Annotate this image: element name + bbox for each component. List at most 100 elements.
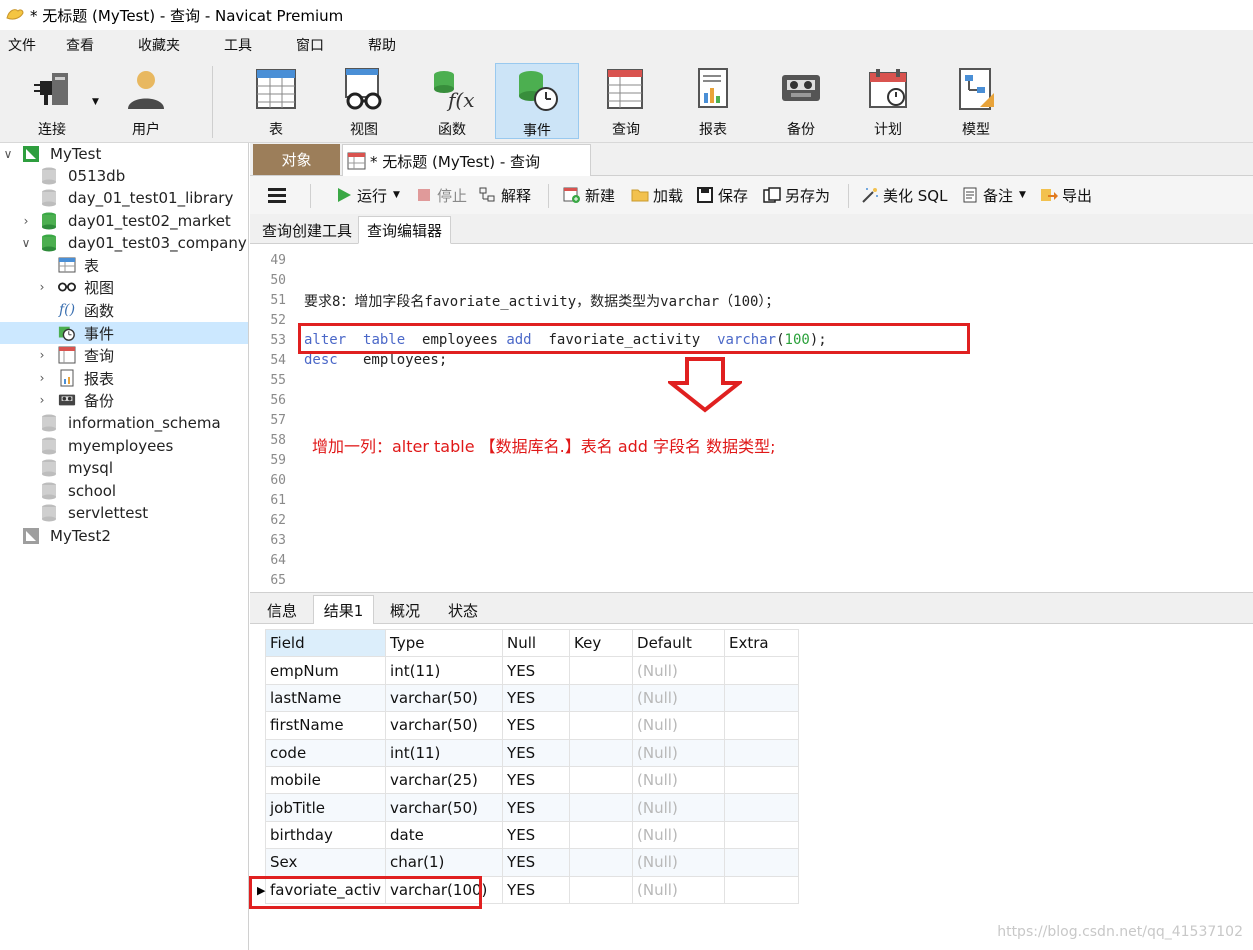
table-cell[interactable]: birthday — [264, 820, 387, 850]
column-header[interactable]: Key — [569, 628, 634, 658]
table-cell[interactable] — [724, 656, 800, 685]
tree-db-company[interactable]: ∨ day01_test03_company — [0, 232, 248, 254]
tree-node-reports[interactable]: › 报表 — [0, 367, 248, 389]
table-cell[interactable]: mobile — [264, 765, 387, 795]
tree-node-functions[interactable]: f() 函数 — [0, 299, 248, 321]
table-cell[interactable]: YES — [502, 711, 571, 740]
table-cell[interactable]: (Null) — [632, 683, 726, 713]
collapse-arrow-icon[interactable]: ∨ — [20, 236, 32, 250]
table-cell[interactable] — [569, 683, 634, 713]
table-cell[interactable] — [724, 848, 800, 877]
stop-button[interactable]: 停止 — [414, 184, 467, 206]
tab-query-editor[interactable]: 查询编辑器 — [358, 216, 451, 244]
expand-arrow-icon[interactable]: › — [36, 371, 48, 385]
table-cell[interactable] — [724, 765, 800, 795]
save-as-button[interactable]: 另存为 — [762, 184, 830, 206]
table-cell[interactable] — [724, 683, 800, 713]
tab-objects[interactable]: 对象 — [253, 144, 340, 175]
table-row[interactable]: birthday date YES (Null) — [264, 820, 800, 850]
explain-button[interactable]: 解释 — [478, 184, 531, 206]
event-button[interactable]: 事件 — [495, 63, 579, 139]
view-button[interactable]: 视图 — [322, 63, 406, 139]
tree-node-views[interactable]: › 视图 — [0, 276, 248, 298]
table-cell[interactable]: (Null) — [632, 656, 726, 685]
schedule-button[interactable]: 计划 — [846, 63, 930, 139]
table-cell[interactable]: varchar(50) — [385, 711, 504, 740]
menu-file[interactable]: 文件 — [0, 35, 50, 55]
report-button[interactable]: 报表 — [671, 63, 755, 139]
table-cell[interactable]: YES — [502, 875, 571, 904]
new-button[interactable]: 新建 — [562, 184, 615, 206]
save-button[interactable]: 保存 — [695, 184, 748, 206]
table-cell[interactable]: YES — [502, 793, 571, 822]
table-cell[interactable]: char(1) — [385, 848, 504, 877]
table-cell[interactable] — [724, 711, 800, 740]
table-row[interactable]: mobile varchar(25) YES (Null) — [264, 765, 800, 795]
comment-button[interactable]: 备注 ▼ — [960, 184, 1026, 206]
table-row[interactable]: empNum int(11) YES (Null) — [264, 656, 800, 685]
beautify-sql-button[interactable]: 美化 SQL — [860, 184, 947, 206]
table-cell[interactable] — [569, 738, 634, 767]
tab-query[interactable]: * 无标题 (MyTest) - 查询 — [342, 144, 591, 177]
table-cell[interactable]: int(11) — [385, 656, 504, 685]
menu-help[interactable]: 帮助 — [360, 35, 410, 55]
table-cell[interactable] — [724, 738, 800, 767]
table-cell[interactable]: YES — [502, 820, 571, 850]
tree-db-school[interactable]: school — [0, 480, 248, 502]
expand-arrow-icon[interactable]: › — [36, 280, 48, 294]
menu-favorites[interactable]: 收藏夹 — [130, 35, 194, 55]
table-cell[interactable] — [569, 848, 634, 877]
run-dropdown-icon[interactable]: ▼ — [393, 190, 400, 200]
column-header[interactable]: Null — [502, 628, 571, 658]
table-cell[interactable]: YES — [502, 765, 571, 795]
table-cell[interactable] — [569, 820, 634, 850]
table-row[interactable]: Sex char(1) YES (Null) — [264, 848, 800, 877]
table-cell[interactable]: (Null) — [632, 765, 726, 795]
hamburger-menu-button[interactable] — [268, 184, 286, 206]
table-cell[interactable]: varchar(25) — [385, 765, 504, 795]
table-cell[interactable]: (Null) — [632, 875, 726, 904]
backup-button[interactable]: 备份 — [759, 63, 843, 139]
column-header[interactable]: Type — [385, 628, 504, 658]
expand-arrow-icon[interactable]: › — [20, 214, 32, 228]
collapse-arrow-icon[interactable]: ∨ — [2, 147, 14, 161]
sql-editor[interactable]: 49 50 51 52 53 54 55 56 57 58 59 60 61 6… — [250, 245, 1253, 592]
table-cell[interactable]: varchar(50) — [385, 683, 504, 713]
query-button[interactable]: 查询 — [584, 63, 668, 139]
tree-node-queries[interactable]: › 查询 — [0, 344, 248, 366]
table-cell[interactable]: YES — [502, 738, 571, 767]
comment-dropdown-icon[interactable]: ▼ — [1019, 190, 1026, 200]
table-cell[interactable] — [569, 656, 634, 685]
table-cell[interactable] — [569, 793, 634, 822]
tab-info[interactable]: 信息 — [254, 595, 310, 625]
tree-db-mysql[interactable]: mysql — [0, 457, 248, 479]
tree-db-myemployees[interactable]: myemployees — [0, 435, 248, 457]
table-cell[interactable]: lastName — [264, 683, 387, 713]
tree-node-events[interactable]: 事件 — [0, 322, 248, 344]
table-cell[interactable]: date — [385, 820, 504, 850]
tree-db-market[interactable]: › day01_test02_market — [0, 210, 248, 232]
table-cell[interactable] — [724, 875, 800, 904]
tree-db-0513db[interactable]: 0513db — [0, 165, 248, 187]
table-cell[interactable]: varchar(50) — [385, 793, 504, 822]
tab-status[interactable]: 状态 — [436, 595, 490, 625]
table-cell[interactable]: (Null) — [632, 711, 726, 740]
tree-node-backups[interactable]: › 备份 — [0, 389, 248, 411]
user-button[interactable]: 用户 — [104, 63, 188, 139]
table-cell[interactable] — [569, 875, 634, 904]
table-button[interactable]: 表 — [234, 63, 318, 139]
table-cell[interactable]: code — [264, 738, 387, 767]
table-cell[interactable]: jobTitle — [264, 793, 387, 822]
table-row[interactable]: lastName varchar(50) YES (Null) — [264, 683, 800, 713]
table-row[interactable]: firstName varchar(50) YES (Null) — [264, 711, 800, 740]
table-cell[interactable]: (Null) — [632, 848, 726, 877]
table-cell[interactable]: YES — [502, 683, 571, 713]
tree-connection-mytest[interactable]: ∨ MyTest — [0, 143, 248, 165]
table-cell[interactable] — [569, 765, 634, 795]
table-cell[interactable]: int(11) — [385, 738, 504, 767]
function-button[interactable]: f(x) 函数 — [410, 63, 494, 139]
table-cell[interactable]: YES — [502, 656, 571, 685]
run-button[interactable]: 运行 ▼ — [334, 184, 400, 206]
tab-profile[interactable]: 概况 — [376, 595, 434, 625]
table-cell[interactable]: empNum — [264, 656, 387, 685]
